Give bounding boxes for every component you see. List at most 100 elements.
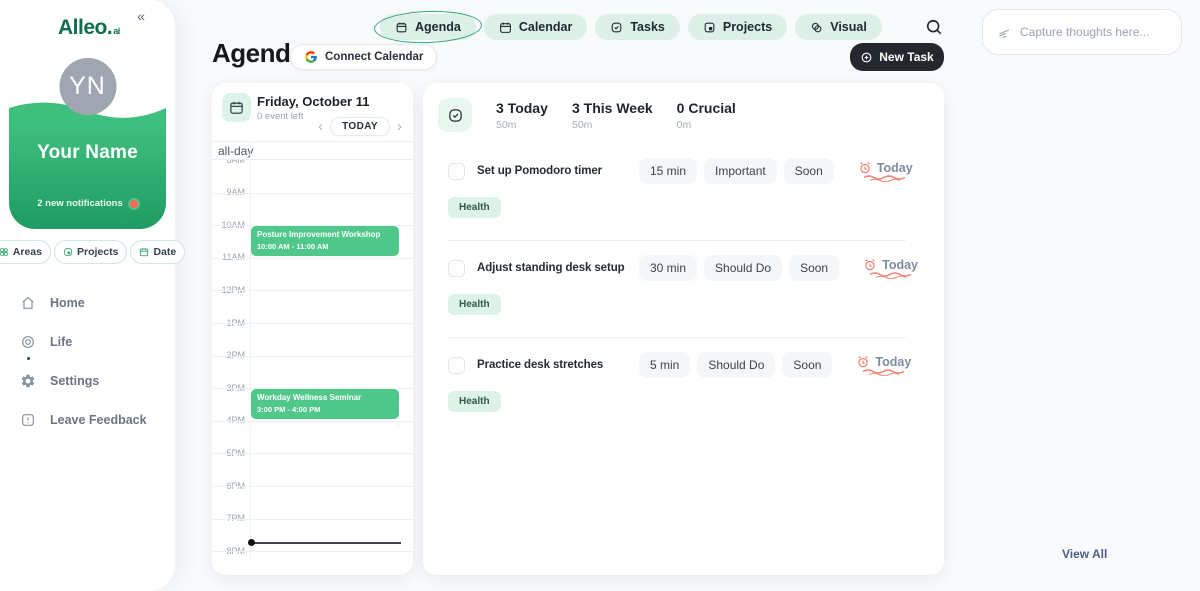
feedback-icon xyxy=(20,412,36,428)
task-title: Adjust standing desk setup xyxy=(477,262,627,274)
calendar-date-title: Friday, October 11 xyxy=(257,94,369,109)
sidebar-item-leave-feedback[interactable]: Leave Feedback xyxy=(20,405,175,435)
connect-calendar-label: Connect Calendar xyxy=(325,51,423,63)
sidebar-item-label: Home xyxy=(50,296,85,310)
avatar[interactable]: YN xyxy=(59,58,116,115)
due-date[interactable]: Today xyxy=(858,161,913,182)
summary-count-label: 3 This Week xyxy=(572,100,653,116)
life-active-dot xyxy=(27,357,30,360)
due-date[interactable]: Today xyxy=(863,258,918,279)
priority-pill[interactable]: Important xyxy=(704,158,777,184)
tasks-panel: 3 Today 50m 3 This Week 50m 0 Crucial 0m… xyxy=(423,83,944,575)
task-row: Set up Pomodoro timer 15 min Important S… xyxy=(448,144,906,241)
google-icon xyxy=(304,50,318,64)
areas-icon xyxy=(0,247,9,257)
capture-thoughts-input[interactable] xyxy=(1020,25,1167,39)
app-logo: Alleo.ai xyxy=(58,16,120,40)
notifications-label: 2 new notifications xyxy=(37,198,123,209)
duration-pill[interactable]: 15 min xyxy=(639,158,697,184)
duration-pill[interactable]: 30 min xyxy=(639,255,697,281)
tab-calendar[interactable]: Calendar xyxy=(484,14,588,40)
agenda-icon xyxy=(395,21,408,34)
filter-label: Areas xyxy=(13,246,42,258)
task-tag[interactable]: Health xyxy=(448,391,501,412)
due-label: Today xyxy=(877,161,913,175)
event-time: 10:00 AM - 11:00 AM xyxy=(257,242,393,251)
view-all-link[interactable]: View All xyxy=(1062,547,1107,561)
task-checkbox[interactable] xyxy=(448,260,465,277)
tab-label: Projects xyxy=(723,20,772,34)
next-day-button[interactable]: › xyxy=(395,118,404,135)
today-button[interactable]: TODAY xyxy=(330,117,390,136)
tab-label: Calendar xyxy=(519,20,573,34)
tab-visual[interactable]: Visual xyxy=(795,14,882,40)
check-square-icon xyxy=(438,98,472,132)
urgency-pill[interactable]: Soon xyxy=(789,255,839,281)
task-tag[interactable]: Health xyxy=(448,294,501,315)
sidebar-item-label: Settings xyxy=(50,374,99,388)
urgency-pill[interactable]: Soon xyxy=(782,352,832,378)
summary-count-label: 3 Today xyxy=(496,100,548,116)
filter-areas-button[interactable]: Areas xyxy=(0,240,51,264)
notifications[interactable]: 2 new notifications xyxy=(19,198,156,209)
tab-agenda[interactable]: Agenda xyxy=(380,14,476,40)
duration-pill[interactable]: 5 min xyxy=(639,352,690,378)
hour-line xyxy=(212,290,413,291)
tab-label: Tasks xyxy=(630,20,665,34)
hour-line xyxy=(212,486,413,487)
calendar-icon xyxy=(139,247,149,257)
priority-pill[interactable]: Should Do xyxy=(697,352,775,378)
projects-icon xyxy=(703,21,716,34)
task-summary: 3 Today 50m xyxy=(496,100,548,131)
search-icon[interactable] xyxy=(924,17,944,37)
new-task-button[interactable]: New Task xyxy=(850,43,944,71)
connect-calendar-button[interactable]: Connect Calendar xyxy=(290,44,437,70)
check-square-icon xyxy=(610,21,623,34)
tab-label: Agenda xyxy=(415,20,461,34)
events-left-label: 0 event left xyxy=(257,111,303,122)
task-summary: 0 Crucial 0m xyxy=(677,100,736,131)
underline-squiggle xyxy=(863,175,907,182)
task-tag[interactable]: Health xyxy=(448,197,501,218)
sidebar-item-label: Life xyxy=(50,335,72,349)
filter-date-button[interactable]: Date xyxy=(130,240,185,264)
hour-line xyxy=(212,356,413,357)
capture-thoughts-box[interactable] xyxy=(982,9,1182,55)
priority-pill[interactable]: Should Do xyxy=(704,255,782,281)
hour-line xyxy=(212,551,413,552)
view-tabs: Agenda Calendar Tasks Projects Visual xyxy=(380,14,882,40)
new-task-label: New Task xyxy=(879,50,933,64)
plus-circle-icon xyxy=(860,51,873,64)
task-checkbox[interactable] xyxy=(448,163,465,180)
current-time-indicator[interactable] xyxy=(251,542,401,544)
agenda-calendar-panel: Friday, October 11 0 event left ‹ TODAY … xyxy=(212,83,413,575)
calendar-event[interactable]: Workday Wellness Seminar 3:00 PM - 4:00 … xyxy=(251,389,399,419)
calendar-event[interactable]: Posture Improvement Workshop 10:00 AM - … xyxy=(251,226,399,256)
due-label: Today xyxy=(875,355,911,369)
tab-projects[interactable]: Projects xyxy=(688,14,787,40)
sidebar-item-settings[interactable]: Settings xyxy=(20,366,175,396)
filter-projects-button[interactable]: Projects xyxy=(54,240,127,264)
task-checkbox[interactable] xyxy=(448,357,465,374)
underline-squiggle xyxy=(869,272,913,279)
due-date[interactable]: Today xyxy=(856,355,911,376)
tab-tasks[interactable]: Tasks xyxy=(595,14,680,40)
target-icon xyxy=(20,334,36,350)
logo-suffix: ai xyxy=(113,26,120,36)
underline-squiggle xyxy=(862,369,906,376)
alarm-clock-icon xyxy=(863,258,877,272)
hour-line xyxy=(212,519,413,520)
profile-card: YN Your Name 2 new notifications xyxy=(9,86,166,229)
task-title: Practice desk stretches xyxy=(477,359,627,371)
calendar-icon xyxy=(499,21,512,34)
summary-duration: 50m xyxy=(572,119,653,131)
tab-label: Visual xyxy=(830,20,867,34)
current-time-dot xyxy=(248,539,255,546)
urgency-pill[interactable]: Soon xyxy=(784,158,834,184)
sidebar-item-home[interactable]: Home xyxy=(20,288,175,318)
hour-line xyxy=(212,323,413,324)
prev-day-button[interactable]: ‹ xyxy=(316,118,325,135)
collapse-sidebar-icon[interactable]: « xyxy=(137,8,145,24)
task-list: Set up Pomodoro timer 15 min Important S… xyxy=(423,144,944,434)
sidebar-item-life[interactable]: Life xyxy=(20,327,175,357)
